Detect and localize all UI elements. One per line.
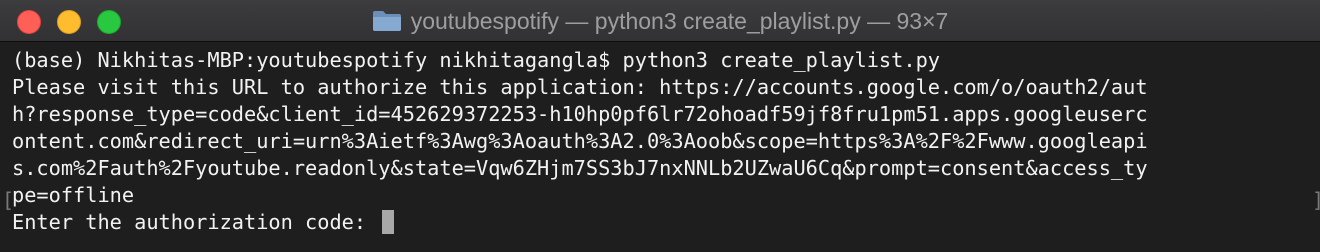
terminal-line: pe=offline (12, 183, 135, 207)
selection-marker-left: [ (2, 188, 15, 212)
selection-marker-right: ] (1312, 188, 1320, 212)
window-title: youtubespotify — python3 create_playlist… (0, 0, 1320, 42)
text-cursor[interactable] (382, 210, 395, 234)
terminal-prompt-line: Enter the authorization code: (12, 208, 395, 236)
terminal-line: s.com%2Fauth%2Fyoutube.readonly&state=Vq… (12, 156, 1148, 180)
terminal-content[interactable]: (base) Nikhitas-MBP:youtubespotify nikhi… (0, 42, 1320, 252)
terminal-line: (base) Nikhitas-MBP:youtubespotify nikhi… (12, 48, 940, 72)
terminal-window: youtubespotify — python3 create_playlist… (0, 0, 1320, 252)
folder-icon (372, 11, 401, 31)
window-title-text: youtubespotify — python3 create_playlist… (410, 7, 949, 34)
terminal-line: h?response_type=code&client_id=452629372… (12, 102, 1148, 126)
terminal-line: Please visit this URL to authorize this … (12, 75, 1148, 99)
authorization-prompt: Enter the authorization code: (12, 210, 379, 234)
terminal-line: ontent.com&redirect_uri=urn%3Aietf%3Awg%… (12, 129, 1148, 153)
title-bar[interactable]: youtubespotify — python3 create_playlist… (0, 0, 1320, 42)
